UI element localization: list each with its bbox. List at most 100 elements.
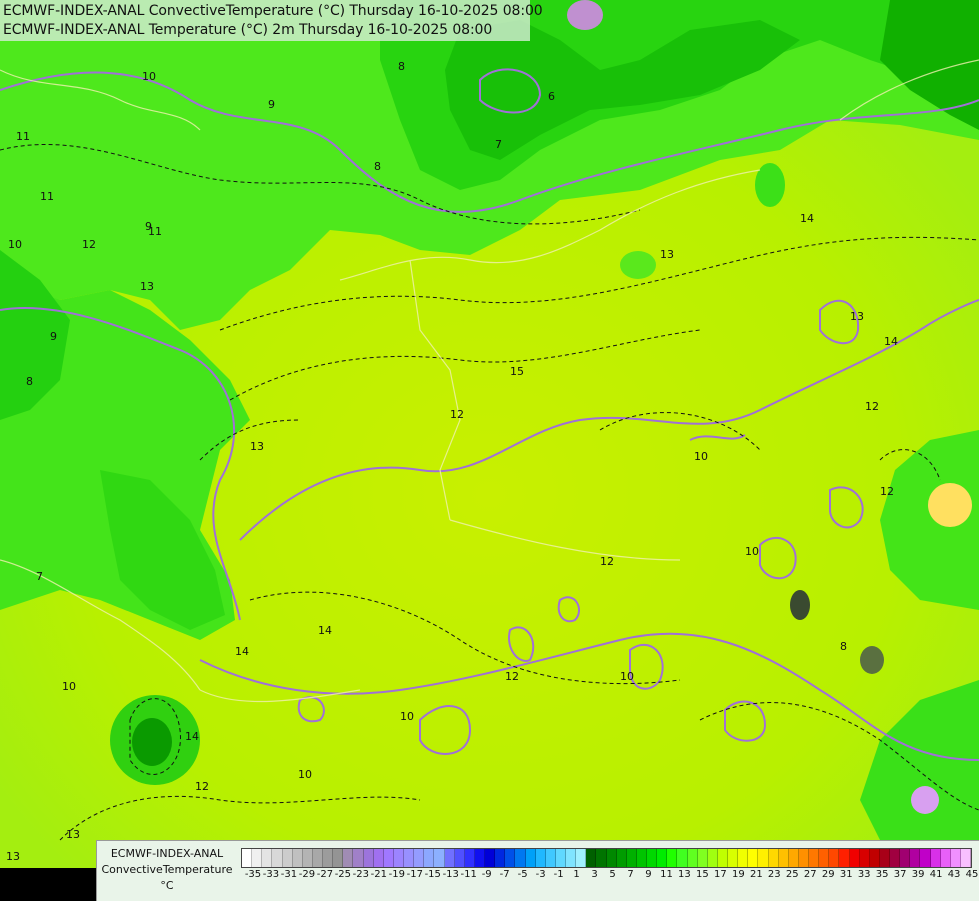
weather-map: 10 9 8 7 6 8 11 12 11 10 13 9 8 7 13 14 … bbox=[0, 0, 979, 900]
legend-swatch bbox=[302, 849, 313, 867]
legend-tick-label: 17 bbox=[714, 869, 727, 880]
legend-swatch bbox=[545, 849, 556, 867]
svg-text:13: 13 bbox=[660, 248, 674, 261]
legend-swatch bbox=[586, 849, 597, 867]
legend-tick-label: -27 bbox=[316, 869, 334, 880]
map-title-box: ECMWF-INDEX-ANAL ConvectiveTemperature (… bbox=[0, 0, 543, 41]
legend-swatch bbox=[535, 849, 546, 867]
checker-spot-2 bbox=[860, 646, 884, 674]
svg-text:14: 14 bbox=[235, 645, 249, 658]
legend-swatch bbox=[312, 849, 323, 867]
legend-swatch bbox=[829, 849, 840, 867]
legend-swatch bbox=[717, 849, 728, 867]
legend-swatch bbox=[677, 849, 688, 867]
legend-tick-label: -29 bbox=[298, 869, 316, 880]
svg-text:7: 7 bbox=[495, 138, 502, 151]
legend-swatch bbox=[687, 849, 698, 867]
legend-swatch bbox=[525, 849, 536, 867]
svg-text:10: 10 bbox=[298, 768, 312, 781]
legend-tick-label: -33 bbox=[262, 869, 280, 880]
legend-tick-label: 25 bbox=[785, 869, 799, 880]
svg-text:10: 10 bbox=[62, 680, 76, 693]
legend-tick-label: 3 bbox=[591, 869, 598, 880]
pink-spot-north bbox=[567, 0, 603, 30]
legend-swatch bbox=[434, 849, 445, 867]
legend-tick-label: -19 bbox=[388, 869, 405, 880]
legend-swatch bbox=[464, 849, 475, 867]
legend-swatch bbox=[879, 849, 890, 867]
legend-variable-label: ConvectiveTemperature bbox=[101, 863, 233, 876]
legend-swatch bbox=[333, 849, 344, 867]
legend-swatch bbox=[707, 849, 718, 867]
legend-swatch bbox=[839, 849, 850, 867]
legend-swatch bbox=[900, 849, 911, 867]
legend-swatch bbox=[515, 849, 526, 867]
legend-tick-label: -13 bbox=[442, 869, 459, 880]
svg-text:10: 10 bbox=[142, 70, 156, 83]
legend-swatch bbox=[363, 849, 374, 867]
legend-swatch bbox=[576, 849, 587, 867]
svg-text:14: 14 bbox=[318, 624, 332, 637]
svg-text:14: 14 bbox=[185, 730, 199, 743]
legend-tick-label: -1 bbox=[553, 869, 564, 880]
legend-tick-label: -9 bbox=[481, 869, 492, 880]
title-line-temperature: ECMWF-INDEX-ANAL Temperature (°C) 2m Thu… bbox=[3, 22, 493, 38]
legend-swatch bbox=[555, 849, 566, 867]
legend-swatch bbox=[636, 849, 647, 867]
legend-swatch bbox=[474, 849, 485, 867]
legend-tick-label: 15 bbox=[696, 869, 709, 880]
legend-swatch bbox=[505, 849, 516, 867]
legend-tick-label: 41 bbox=[929, 869, 943, 880]
legend-tick-label: 45 bbox=[965, 869, 979, 880]
legend-tick-label: 37 bbox=[893, 869, 907, 880]
legend-tick-label: 13 bbox=[678, 869, 691, 880]
legend-swatch bbox=[343, 849, 354, 867]
svg-text:9: 9 bbox=[145, 220, 152, 233]
svg-text:8: 8 bbox=[398, 60, 405, 73]
legend-swatch bbox=[819, 849, 830, 867]
legend-swatch bbox=[697, 849, 708, 867]
legend-swatch bbox=[748, 849, 759, 867]
legend-swatch bbox=[940, 849, 951, 867]
svg-text:14: 14 bbox=[884, 335, 898, 348]
legend-swatch bbox=[414, 849, 425, 867]
legend-swatch bbox=[424, 849, 435, 867]
svg-text:9: 9 bbox=[50, 330, 57, 343]
legend-tick-label: 23 bbox=[767, 869, 781, 880]
legend-swatch bbox=[616, 849, 627, 867]
svg-text:12: 12 bbox=[600, 555, 614, 568]
legend-tick-label: 43 bbox=[947, 869, 961, 880]
legend-swatch bbox=[292, 849, 303, 867]
legend-swatch bbox=[768, 849, 779, 867]
legend-swatch bbox=[393, 849, 404, 867]
legend-tick-label: -25 bbox=[334, 869, 352, 880]
svg-text:7: 7 bbox=[36, 570, 43, 583]
color-legend: ECMWF-INDEX-ANAL ConvectiveTemperature °… bbox=[96, 840, 979, 901]
legend-swatch bbox=[262, 849, 273, 867]
legend-swatch bbox=[454, 849, 465, 867]
svg-text:12: 12 bbox=[865, 400, 879, 413]
legend-swatch bbox=[890, 849, 901, 867]
legend-tick-label: 39 bbox=[911, 869, 925, 880]
legend-ticks: -35 -33 -31 -29 -27 -25 -23 -21 -19 -17 -15 -13 -11-… bbox=[237, 869, 979, 883]
svg-text:6: 6 bbox=[548, 90, 555, 103]
svg-text:11: 11 bbox=[40, 190, 54, 203]
svg-text:15: 15 bbox=[510, 365, 524, 378]
legend-swatch bbox=[485, 849, 496, 867]
svg-text:13: 13 bbox=[250, 440, 264, 453]
svg-text:13: 13 bbox=[66, 828, 80, 841]
legend-swatch bbox=[606, 849, 617, 867]
legend-tick-label: 31 bbox=[839, 869, 853, 880]
no-data-strip bbox=[0, 868, 96, 900]
svg-text:12: 12 bbox=[505, 670, 519, 683]
svg-text:9: 9 bbox=[268, 98, 275, 111]
legend-swatch bbox=[910, 849, 921, 867]
legend-swatch bbox=[647, 849, 658, 867]
legend-tick-label: 19 bbox=[731, 869, 745, 880]
legend-swatch bbox=[404, 849, 415, 867]
legend-tick-label: 27 bbox=[803, 869, 817, 880]
legend-tick-label: 21 bbox=[749, 869, 763, 880]
legend-swatch bbox=[778, 849, 789, 867]
svg-text:14: 14 bbox=[800, 212, 814, 225]
purple-spot-southeast bbox=[911, 786, 939, 814]
